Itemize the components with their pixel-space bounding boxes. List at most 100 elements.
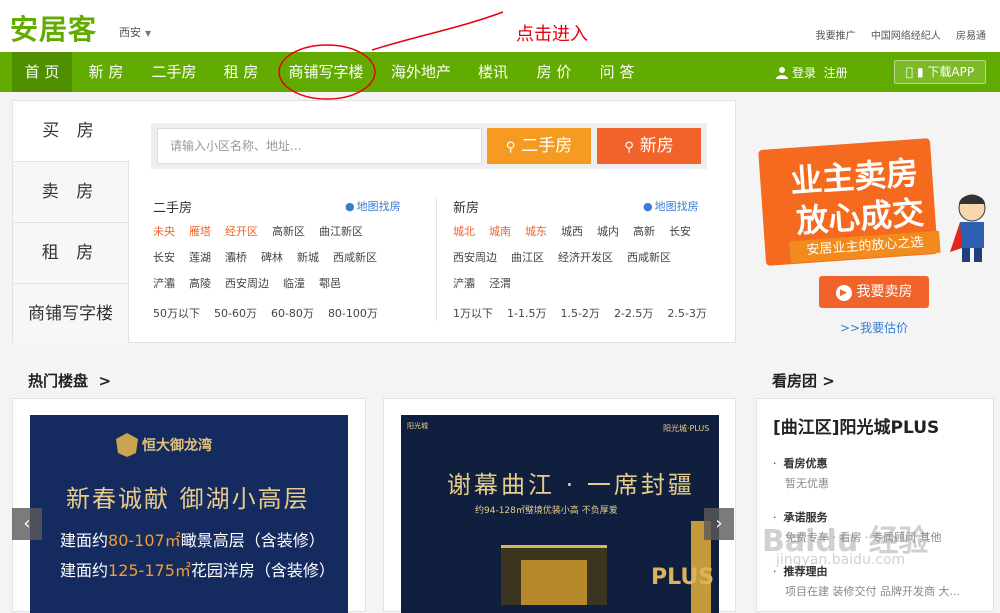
area-link[interactable]: 高新区 bbox=[272, 225, 305, 238]
sell-house-label: 我要卖房 bbox=[856, 284, 913, 300]
secondhand-map-label: 地图找房 bbox=[356, 200, 401, 213]
area-link[interactable]: 西咸新区 bbox=[333, 251, 377, 264]
search-icon: ⚲ bbox=[624, 140, 634, 155]
register-link[interactable]: 注册 bbox=[824, 66, 848, 80]
carousel-next-button[interactable]: › bbox=[704, 508, 734, 540]
price-link[interactable]: 1-1.5万 bbox=[507, 307, 546, 320]
area-link[interactable]: 西安周边 bbox=[225, 277, 269, 290]
area-link[interactable]: 浐灞 bbox=[453, 277, 475, 290]
area-row: 长安 莲湖 灞桥 碑林 新城 西咸新区 bbox=[153, 249, 391, 265]
login-link[interactable]: 登录 bbox=[792, 66, 816, 80]
team-project-title[interactable]: [曲江区]阳光城PLUS bbox=[773, 413, 939, 438]
area-link[interactable]: 高新 bbox=[633, 225, 655, 238]
area-link[interactable]: 雁塔 bbox=[189, 225, 211, 238]
nav-item-price[interactable]: 房 价 bbox=[528, 52, 580, 92]
price-link[interactable]: 60-80万 bbox=[271, 307, 314, 320]
area-link[interactable]: 泾渭 bbox=[489, 277, 511, 290]
price-link[interactable]: 50-60万 bbox=[214, 307, 257, 320]
nav-item-newhouse[interactable]: 新 房 bbox=[78, 52, 134, 92]
area-link[interactable]: 城南 bbox=[489, 225, 511, 238]
site-logo[interactable]: 安居客 bbox=[10, 8, 97, 48]
ad-subline: 约94-128㎡璧境优装小高 不负厚爱 bbox=[475, 506, 618, 516]
area-link[interactable]: 新城 bbox=[297, 251, 319, 264]
area-link[interactable]: 经济开发区 bbox=[558, 251, 613, 264]
ad-brand: 恒大御龙湾 bbox=[142, 438, 212, 454]
estimate-link[interactable]: >>我要估价 bbox=[840, 319, 908, 336]
carousel-prev-button[interactable]: ‹ bbox=[12, 508, 42, 540]
search-input[interactable]: 请输入小区名称、地址... bbox=[157, 128, 482, 164]
ad-brand: 阳光城 bbox=[407, 422, 428, 430]
area-link[interactable]: 城东 bbox=[525, 225, 547, 238]
price-link[interactable]: 50万以下 bbox=[153, 307, 200, 320]
nav-item-home[interactable]: 首 页 bbox=[12, 52, 72, 92]
area-link[interactable]: 城内 bbox=[597, 225, 619, 238]
area-link[interactable]: 莲湖 bbox=[189, 251, 211, 264]
nav-item-overseas[interactable]: 海外地产 bbox=[384, 52, 458, 92]
listing-ad-image[interactable]: 阳光城 阳光城·PLUS 谢幕曲江 · 一席封疆 约94-128㎡璧境优装小高 … bbox=[401, 415, 719, 613]
price-link[interactable]: 2-2.5万 bbox=[614, 307, 653, 320]
area-link[interactable]: 鄠邑 bbox=[319, 277, 341, 290]
tab-buy[interactable]: 买 房 bbox=[13, 101, 130, 162]
top-link-agent[interactable]: 中国网络经纪人 bbox=[871, 31, 941, 42]
ad-spec-type: 瞰景高层（含装修） bbox=[180, 531, 325, 550]
column-divider bbox=[436, 197, 437, 321]
area-link[interactable]: 高陵 bbox=[189, 277, 211, 290]
sell-house-button[interactable]: ▶ 我要卖房 bbox=[819, 276, 929, 308]
price-link[interactable]: 80-100万 bbox=[328, 307, 378, 320]
top-link-promote[interactable]: 我要推广 bbox=[816, 31, 856, 42]
listing-ad-image[interactable]: 恒大御龙湾 新春诚献 御湖小高层 建面约80-107㎡瞰景高层（含装修） 建面约… bbox=[30, 415, 348, 613]
nav-item-news[interactable]: 楼讯 bbox=[470, 52, 516, 92]
area-link[interactable]: 临潼 bbox=[283, 277, 305, 290]
newhouse-price-row: 1万以下 1-1.5万 1.5-2万 2-2.5万 2.5-3万 bbox=[453, 305, 721, 321]
search-icon: ⚲ bbox=[505, 140, 516, 155]
nav-item-rent[interactable]: 租 房 bbox=[214, 52, 268, 92]
area-link[interactable]: 碑林 bbox=[261, 251, 283, 264]
area-link[interactable]: 城北 bbox=[453, 225, 475, 238]
area-link[interactable]: 长安 bbox=[669, 225, 691, 238]
tab-sell[interactable]: 卖 房 bbox=[13, 162, 128, 223]
listing-card[interactable]: 恒大御龙湾 新春诚献 御湖小高层 建面约80-107㎡瞰景高层（含装修） 建面约… bbox=[12, 398, 366, 613]
top-link-fyt[interactable]: 房易通 bbox=[956, 31, 986, 42]
listing-card[interactable]: 阳光城 阳光城·PLUS 谢幕曲江 · 一席封疆 约94-128㎡璧境优装小高 … bbox=[383, 398, 736, 613]
area-link[interactable]: 经开区 bbox=[225, 225, 258, 238]
area-link[interactable]: 西安周边 bbox=[453, 251, 497, 264]
chevron-down-icon: ▼ bbox=[145, 29, 152, 38]
tab-commercial[interactable]: 商铺写字楼 bbox=[13, 284, 128, 345]
area-link[interactable]: 曲江区 bbox=[511, 251, 544, 264]
area-link[interactable]: 灞桥 bbox=[225, 251, 247, 264]
area-link[interactable]: 未央 bbox=[153, 225, 175, 238]
price-link[interactable]: 1.5-2万 bbox=[560, 307, 599, 320]
search-secondhand-label: 二手房 bbox=[521, 136, 573, 156]
viewing-team-card[interactable]: [曲江区]阳光城PLUS · 看房优惠 暂无优惠 · 承诺服务 免费专车 · 看… bbox=[756, 398, 994, 612]
viewing-team-title[interactable]: 看房团 > bbox=[772, 370, 835, 391]
ad-headline: 谢幕曲江 · 一席封疆 bbox=[447, 471, 695, 499]
team-item-value: 暂无优惠 bbox=[785, 477, 829, 490]
search-bar: 请输入小区名称、地址... ⚲ 二手房 ⚲ 新房 bbox=[151, 123, 707, 169]
area-link[interactable]: 西咸新区 bbox=[627, 251, 671, 264]
viewing-team-label: 看房团 bbox=[772, 372, 818, 390]
price-link[interactable]: 1万以下 bbox=[453, 307, 493, 320]
hot-listings-title[interactable]: 热门楼盘 > bbox=[28, 370, 111, 391]
city-selector[interactable]: 西安 ▼ bbox=[119, 24, 151, 40]
ad-brand-right: 阳光城·PLUS bbox=[663, 424, 710, 433]
area-link[interactable]: 浐灞 bbox=[153, 277, 175, 290]
area-link[interactable]: 曲江新区 bbox=[319, 225, 363, 238]
price-link[interactable]: 2.5-3万 bbox=[667, 307, 706, 320]
download-app-button[interactable]:  ▮ 下载APP bbox=[894, 60, 986, 84]
nav-item-commercial[interactable]: 商铺写字楼 bbox=[280, 52, 372, 92]
nav-item-secondhand[interactable]: 二手房 bbox=[142, 52, 206, 92]
area-link[interactable]: 长安 bbox=[153, 251, 175, 264]
tab-rent[interactable]: 租 房 bbox=[13, 223, 128, 284]
area-link[interactable]: 城西 bbox=[561, 225, 583, 238]
newhouse-title: 新房 bbox=[453, 201, 480, 216]
hot-listings-label: 热门楼盘 bbox=[28, 372, 89, 390]
brand-crest-icon bbox=[116, 433, 138, 457]
top-links: 我要推广 中国网络经纪人 房易通 bbox=[804, 27, 986, 42]
chevron-right-icon: > bbox=[822, 372, 835, 390]
search-secondhand-button[interactable]: ⚲ 二手房 bbox=[487, 128, 591, 164]
nav-item-qa[interactable]: 问 答 bbox=[592, 52, 642, 92]
secondhand-map-link[interactable]: ● 地图找房 bbox=[345, 198, 401, 214]
search-newhouse-button[interactable]: ⚲ 新房 bbox=[597, 128, 701, 164]
newhouse-map-link[interactable]: ● 地图找房 bbox=[643, 198, 699, 214]
apple-icon:  bbox=[906, 65, 913, 79]
